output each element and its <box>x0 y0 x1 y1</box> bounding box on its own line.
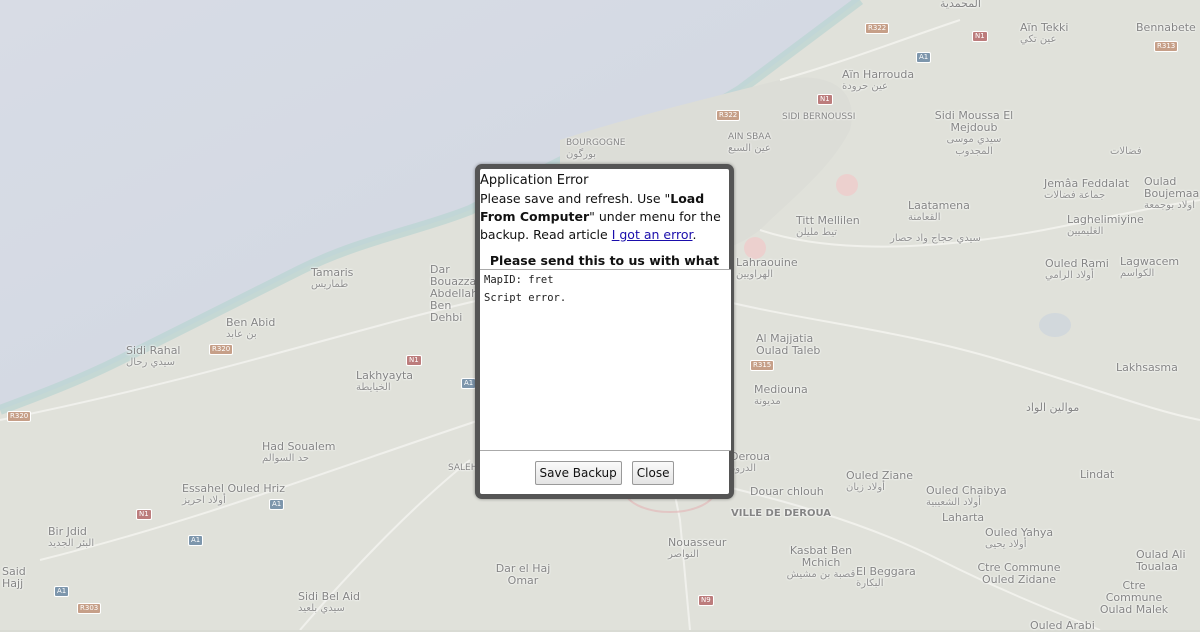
close-button[interactable]: Close <box>631 461 675 485</box>
dialog-title: Application Error <box>480 173 589 188</box>
save-backup-button[interactable]: Save Backup <box>534 461 622 485</box>
i-got-an-error-link[interactable]: I got an error <box>612 227 693 242</box>
dialog-button-row: Save Backup Close <box>480 461 729 485</box>
dialog-message: Please save and refresh. Use "Load From … <box>480 190 727 244</box>
error-log-textarea[interactable]: MapID: fret Script error. <box>480 269 731 451</box>
dialog-message-text: . <box>692 227 697 242</box>
application-error-dialog: Application Error Please save and refres… <box>475 164 734 499</box>
dialog-message-text: Please save and refresh. Use " <box>480 191 671 206</box>
